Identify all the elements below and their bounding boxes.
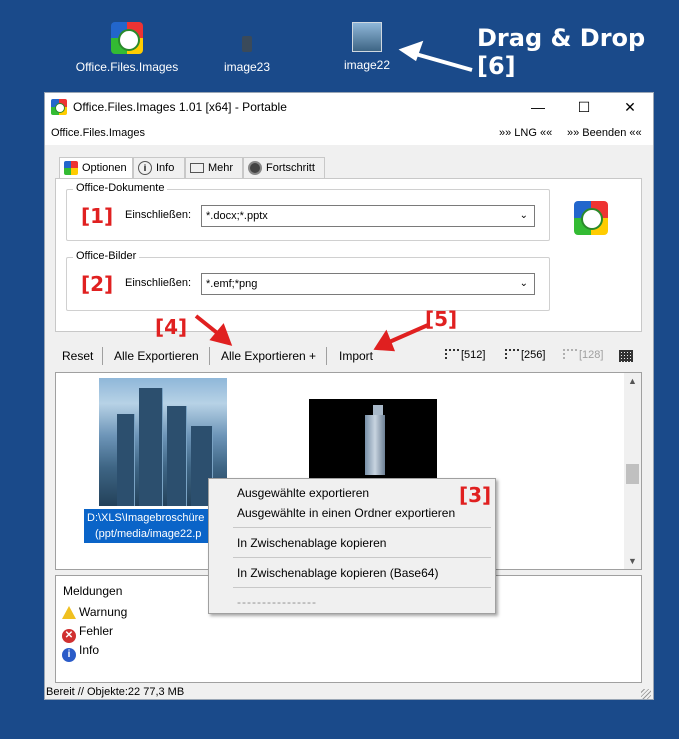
ruler-icon xyxy=(190,163,204,173)
progress-icon xyxy=(248,161,262,175)
menu-language[interactable]: »» LNG «« xyxy=(499,127,552,139)
info-icon: i xyxy=(138,161,152,175)
ctx-copy-clipboard-base64[interactable]: In Zwischenablage kopieren (Base64) xyxy=(237,566,438,580)
size-128-button[interactable]: [128] xyxy=(563,349,603,361)
minimize-button[interactable]: — xyxy=(515,93,561,121)
export-all-button[interactable]: Alle Exportieren xyxy=(114,349,199,363)
group-title: Office-Dokumente xyxy=(73,182,168,194)
options-panel: Office-Dokumente [1] Einschließen: *.doc… xyxy=(55,178,642,332)
vertical-scrollbar[interactable]: ▲ ▼ xyxy=(624,373,641,569)
scrollbar-thumb[interactable] xyxy=(626,464,639,484)
include-label: Einschließen: xyxy=(125,209,192,221)
thumbnail-size-icon xyxy=(563,349,577,359)
app-icon xyxy=(51,99,67,115)
menu-separator xyxy=(233,557,491,558)
annotation-1: [1] xyxy=(81,204,114,228)
info-icon: i xyxy=(62,648,76,662)
tab-optionen[interactable]: Optionen xyxy=(59,157,133,180)
desktop-icon-image22[interactable]: image22 xyxy=(312,22,422,72)
scroll-down-icon[interactable]: ▼ xyxy=(624,556,641,566)
title-bar[interactable]: Office.Files.Images 1.01 [x64] - Portabl… xyxy=(45,93,653,121)
context-menu: Ausgewählte exportieren Ausgewählte in e… xyxy=(208,478,496,614)
menu-exit[interactable]: »» Beenden «« xyxy=(567,127,642,139)
grid-view-icon[interactable] xyxy=(619,350,633,362)
size-512-button[interactable]: [512] xyxy=(445,349,485,361)
window-title: Office.Files.Images 1.01 [x64] - Portabl… xyxy=(73,100,287,114)
images-include-combo[interactable]: *.emf;*png ⌄ xyxy=(201,273,535,295)
thumbnail-image23[interactable] xyxy=(309,399,437,485)
tab-fortschritt[interactable]: Fortschritt xyxy=(243,157,325,179)
gear-icon xyxy=(64,161,78,175)
ctx-copy-clipboard[interactable]: In Zwischenablage kopieren xyxy=(237,536,386,550)
group-title: Office-Bilder xyxy=(73,250,140,262)
status-text: Bereit // Objekte:22 77,3 MB xyxy=(46,686,185,698)
drag-drop-annotation: Drag & Drop [6] xyxy=(477,24,646,80)
annotation-5: [5] xyxy=(425,307,458,331)
annotation-2: [2] xyxy=(81,272,114,296)
menu-separator xyxy=(233,587,491,588)
toolbar-separator xyxy=(326,347,327,365)
app-icon xyxy=(111,22,143,54)
tab-mehr[interactable]: Mehr xyxy=(185,157,243,179)
message-warning[interactable]: Warnung xyxy=(62,605,127,619)
annotation-3: [3] xyxy=(459,483,492,507)
tab-info[interactable]: i Info xyxy=(133,157,185,179)
include-label: Einschließen: xyxy=(125,277,192,289)
thumbnail-size-icon xyxy=(505,349,519,359)
image-file-icon xyxy=(242,36,252,52)
message-error[interactable]: ✕ Fehler xyxy=(62,624,113,643)
desktop-icon-label: image23 xyxy=(223,60,271,74)
office-images-group: Office-Bilder [2] Einschließen: *.emf;*p… xyxy=(66,250,550,311)
desktop-icon-label: image22 xyxy=(343,58,391,72)
thumbnail-size-icon xyxy=(445,349,459,359)
close-button[interactable]: ✕ xyxy=(607,93,653,121)
docs-include-combo[interactable]: *.docx;*.pptx ⌄ xyxy=(201,205,535,227)
toolbar-separator xyxy=(102,347,103,365)
status-bar: Bereit // Objekte:22 77,3 MB xyxy=(45,683,653,701)
toolbar: Reset Alle Exportieren Alle Exportieren … xyxy=(45,345,653,367)
app-logo xyxy=(574,201,608,235)
size-256-button[interactable]: [256] xyxy=(505,349,545,361)
toolbar-separator xyxy=(209,347,210,365)
image-file-icon xyxy=(352,22,382,52)
resize-grip[interactable] xyxy=(641,689,651,699)
import-button[interactable]: Import xyxy=(339,349,373,363)
maximize-button[interactable]: ☐ xyxy=(561,93,607,121)
error-icon: ✕ xyxy=(62,629,76,643)
desktop-icon-image23[interactable]: image23 xyxy=(192,22,302,74)
menu-bar: Office.Files.Images »» LNG «« »» Beenden… xyxy=(45,121,653,145)
desktop-icon-app[interactable]: Office.Files.Images xyxy=(72,22,182,74)
menu-separator xyxy=(233,527,491,528)
export-all-plus-button[interactable]: Alle Exportieren + xyxy=(221,349,316,363)
ctx-export-selected[interactable]: Ausgewählte exportieren xyxy=(237,486,369,500)
desktop-icon-label: Office.Files.Images xyxy=(75,60,179,74)
menu-app-name: Office.Files.Images xyxy=(51,127,145,139)
office-docs-group: Office-Dokumente [1] Einschließen: *.doc… xyxy=(66,182,550,241)
chevron-down-icon: ⌄ xyxy=(519,210,528,221)
chevron-down-icon: ⌄ xyxy=(519,278,528,289)
message-info[interactable]: i Info xyxy=(62,643,99,662)
scroll-up-icon[interactable]: ▲ xyxy=(624,376,641,386)
ctx-export-selected-to-folder[interactable]: Ausgewählte in einen Ordner exportieren xyxy=(237,506,455,520)
messages-title: Meldungen xyxy=(63,584,123,598)
annotation-4: [4] xyxy=(155,315,188,339)
ctx-disabled-item: ---------------- xyxy=(237,595,317,609)
warning-icon xyxy=(62,606,76,619)
reset-button[interactable]: Reset xyxy=(62,349,93,363)
